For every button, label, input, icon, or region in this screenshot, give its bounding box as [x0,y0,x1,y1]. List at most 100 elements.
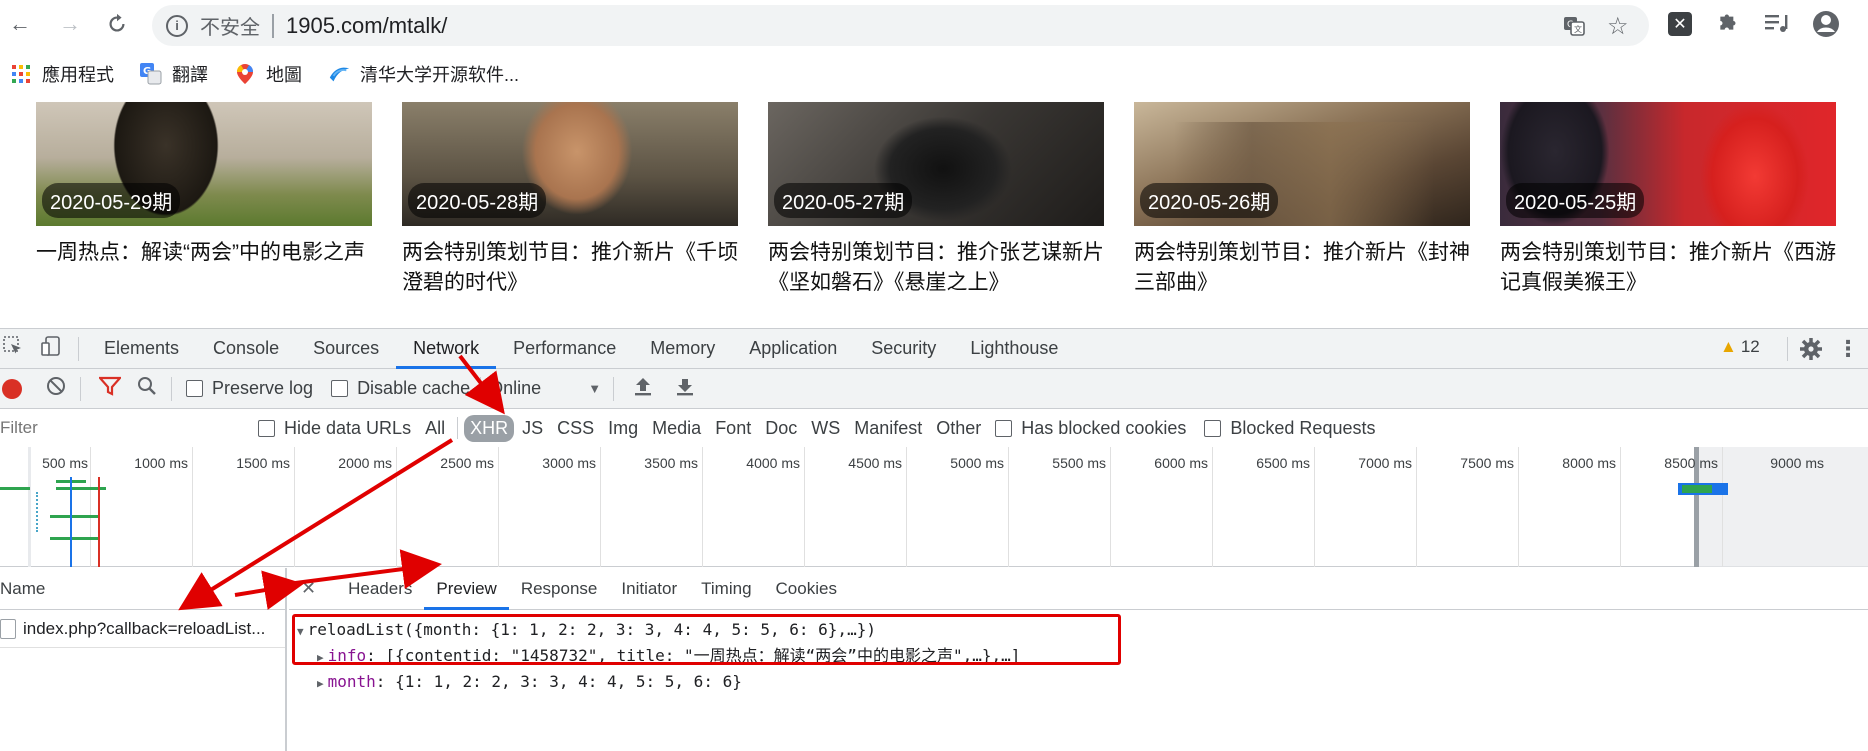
video-thumbnail[interactable]: 2020-05-25期 [1500,102,1836,226]
tab-lighthouse[interactable]: Lighthouse [953,329,1075,369]
type-filter-other[interactable]: Other [936,418,981,439]
device-toggle-icon[interactable] [40,335,70,362]
forward-icon[interactable]: → [56,10,84,38]
address-bar[interactable]: i 不安全 1905.com/mtalk/ G文 ☆ [152,5,1649,46]
translate-icon[interactable]: G文 [1562,14,1586,43]
bookmark-star-icon[interactable]: ☆ [1607,12,1629,41]
checkbox-box[interactable] [258,419,275,437]
import-har-icon[interactable] [634,376,652,402]
video-title[interactable]: 一周热点：解读“两会”中的电影之声 [36,238,372,268]
record-icon[interactable] [2,378,22,399]
timeline-tick-label: 5500 ms [1052,455,1106,471]
timeline-gridline [396,447,397,567]
network-overview-timeline[interactable]: 500 ms 1000 ms 1500 ms 2000 ms 2500 ms 3… [0,447,1868,567]
video-card[interactable]: 2020-05-25期 两会特别策划节目：推介新片《西游记真假美猴王》 [1500,102,1836,298]
request-list-header[interactable]: Name [0,568,285,610]
url-text[interactable]: 1905.com/mtalk/ [286,13,447,39]
type-filter-manifest[interactable]: Manifest [854,418,922,439]
video-card[interactable]: 2020-05-26期 两会特别策划节目：推介新片《封神三部曲》 [1134,102,1470,298]
video-thumbnail[interactable]: 2020-05-28期 [402,102,738,226]
timeline-tick-label: 3500 ms [644,455,698,471]
type-filter-css[interactable]: CSS [557,418,594,439]
collapsed-triangle-icon[interactable]: ▶ [317,677,324,690]
type-filter-js[interactable]: JS [522,418,543,439]
video-title[interactable]: 两会特别策划节目：推介新片《封神三部曲》 [1134,238,1470,298]
type-filter-media[interactable]: Media [652,418,701,439]
checkbox-box[interactable] [1204,419,1222,437]
type-filter-all[interactable]: All [425,418,445,439]
dropdown-arrow-icon: ▼ [588,381,602,396]
throttling-select[interactable]: Online ▼ [489,378,601,399]
video-thumbnail[interactable]: 2020-05-29期 [36,102,372,226]
tab-cookies[interactable]: Cookies [764,568,849,610]
filter-input[interactable] [0,414,238,442]
preview-month-node[interactable]: ▶ month: {1: 1, 2: 2, 3: 3, 4: 4, 5: 5, 6… [297,670,1868,696]
profile-avatar-icon[interactable] [1812,10,1840,43]
type-filter-doc[interactable]: Doc [765,418,797,439]
video-card[interactable]: 2020-05-27期 两会特别策划节目：推介张艺谋新片《坚如磐石》《悬崖之上》 [768,102,1104,298]
tab-console[interactable]: Console [196,329,296,369]
extension-x-icon[interactable]: ✕ [1668,12,1692,36]
video-title[interactable]: 两会特别策划节目：推介新片《千顷澄碧的时代》 [402,238,738,298]
video-card[interactable]: 2020-05-29期 一周热点：解读“两会”中的电影之声 [36,102,372,268]
bookmark-maps[interactable]: 地圖 [234,61,302,87]
preserve-log-checkbox[interactable]: Preserve log [186,378,313,399]
blocked-requests-checkbox[interactable]: Blocked Requests [1204,418,1375,439]
timeline-bar [36,492,38,532]
extensions-puzzle-icon[interactable] [1716,8,1742,41]
bookmark-apps[interactable]: 應用程式 [10,61,114,87]
divider [457,417,459,439]
tab-preview[interactable]: Preview [424,568,510,610]
tab-timing[interactable]: Timing [689,568,763,610]
info-icon[interactable]: i [166,14,188,37]
warnings-counter[interactable]: ▲ 12 [1720,337,1760,357]
request-row[interactable]: index.php?callback=reloadList... [0,610,285,648]
video-thumbnail[interactable]: 2020-05-26期 [1134,102,1470,226]
video-thumbnail[interactable]: 2020-05-27期 [768,102,1104,226]
timeline-tick-label: 4000 ms [746,455,800,471]
tab-security[interactable]: Security [854,329,953,369]
back-icon[interactable]: ← [6,10,34,38]
timeline-tick-label: 9000 ms [1770,455,1824,471]
checkbox-box[interactable] [995,419,1013,437]
reload-icon[interactable] [103,10,131,38]
disable-cache-checkbox[interactable]: Disable cache [331,378,470,399]
tab-response[interactable]: Response [509,568,610,610]
type-filter-ws[interactable]: WS [811,418,840,439]
episode-date: 2020-05-26期 [1140,183,1279,218]
bookmark-translate[interactable]: G 翻譯 [140,61,208,87]
timeline-gridline [90,447,91,567]
settings-gear-icon[interactable] [1799,337,1823,366]
clear-icon[interactable] [46,376,66,401]
has-blocked-cookies-checkbox[interactable]: Has blocked cookies [995,418,1186,439]
timeline-tick-label: 500 ms [42,455,88,471]
type-filter-xhr[interactable]: XHR [464,414,515,442]
video-card[interactable]: 2020-05-28期 两会特别策划节目：推介新片《千顷澄碧的时代》 [402,102,738,298]
checkbox-box[interactable] [186,380,203,397]
filter-funnel-icon[interactable] [97,376,123,401]
tab-performance[interactable]: Performance [496,329,633,369]
tab-network[interactable]: Network [396,329,497,369]
type-filter-font[interactable]: Font [715,418,751,439]
export-har-icon[interactable] [676,376,694,401]
bookmark-label: 應用程式 [42,65,114,85]
request-name[interactable]: index.php?callback=reloadList... [23,619,265,639]
type-filter-img[interactable]: Img [608,418,638,439]
inspect-element-icon[interactable] [2,335,28,362]
search-icon[interactable] [137,376,157,401]
tab-sources[interactable]: Sources [296,329,396,369]
close-icon[interactable]: ✕ [301,578,316,599]
media-queue-icon[interactable] [1764,11,1790,40]
video-title[interactable]: 两会特别策划节目：推介张艺谋新片《坚如磐石》《悬崖之上》 [768,238,1104,298]
checkbox-box[interactable] [331,380,349,397]
name-column-header[interactable]: Name [0,579,45,599]
hide-data-urls-checkbox[interactable]: Hide data URLs [258,418,411,439]
tab-initiator[interactable]: Initiator [609,568,689,610]
tab-elements[interactable]: Elements [87,329,196,369]
bookmark-tsinghua-mirror[interactable]: 清华大学开源软件... [328,61,519,87]
more-options-icon[interactable]: ⋮ [1837,335,1859,363]
tab-application[interactable]: Application [732,329,854,369]
tab-headers[interactable]: Headers [336,568,424,610]
video-title[interactable]: 两会特别策划节目：推介新片《西游记真假美猴王》 [1500,238,1836,298]
tab-memory[interactable]: Memory [633,329,732,369]
